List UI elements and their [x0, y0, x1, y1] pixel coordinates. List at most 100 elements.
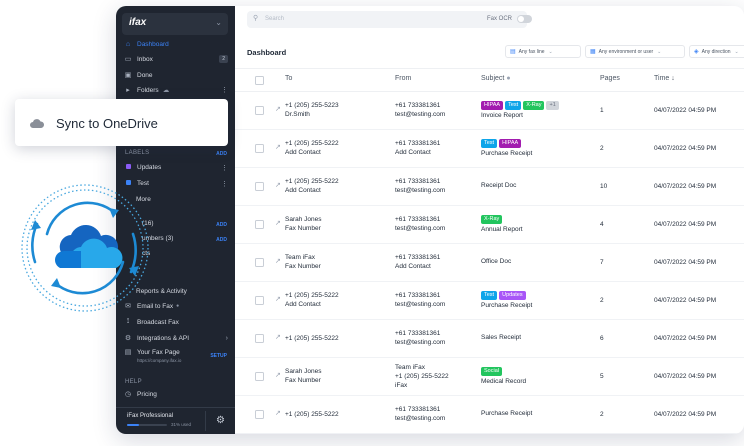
kebab-icon[interactable]: ⋮: [221, 164, 228, 172]
tag-badge[interactable]: X-Ray: [481, 215, 503, 224]
row-checkbox[interactable]: [255, 106, 264, 115]
tag-badge[interactable]: HIPAA: [481, 101, 504, 110]
row-from-line: iFax: [395, 381, 408, 389]
row-checkbox[interactable]: [255, 334, 264, 343]
filter-environment[interactable]: ▦ Any environment or user ⌄: [585, 45, 685, 58]
row-time: 04/07/2022 04:59 PM: [654, 411, 717, 418]
sidebar-item-dashboard[interactable]: ⌂ Dashboard: [124, 41, 228, 48]
table-row[interactable]: ↗ +1 (205) 255-5222 +61 733381361 test@test…: [235, 395, 744, 434]
onedrive-sync-graphic: [15, 178, 155, 318]
fax-ocr-toggle[interactable]: [517, 15, 532, 23]
tag-badge[interactable]: Updates: [499, 291, 526, 300]
filter-direction[interactable]: ◈ Any direction ⌄: [689, 45, 744, 58]
tag-badge[interactable]: Test: [505, 101, 522, 110]
tag-badge[interactable]: Social: [481, 367, 502, 376]
row-checkbox[interactable]: [255, 220, 264, 229]
gear-icon[interactable]: ⚙: [216, 415, 225, 426]
environment-icon: ▦: [590, 49, 596, 55]
search-bar[interactable]: ⚲ Search Fax OCR: [247, 11, 532, 28]
row-to-line: Team iFax: [285, 254, 315, 261]
row-to-line: Fax Number: [285, 225, 321, 232]
kebab-icon[interactable]: ⋮: [221, 86, 228, 94]
row-pages: 1: [600, 107, 604, 114]
row-pages: 7: [600, 259, 604, 266]
fax-icon: ▤: [510, 49, 516, 55]
sidebar-item-projects[interactable]: cts: [142, 250, 246, 257]
sidebar-item-label: Done: [137, 71, 153, 79]
row-pages: 4: [600, 221, 604, 228]
table-row[interactable]: ↗ +1 (205) 255-5222 Add Contact +61 7333813…: [235, 281, 744, 320]
chevron-down-icon: ⌄: [215, 18, 222, 27]
tag-badge[interactable]: Test: [481, 291, 498, 300]
column-label: Subject: [481, 75, 505, 82]
direction-arrow-icon: ↗: [275, 182, 281, 189]
row-checkbox[interactable]: [255, 296, 264, 305]
tag-badge[interactable]: X-Ray: [523, 101, 545, 110]
row-tags: Social: [481, 366, 504, 376]
search-input[interactable]: Search: [265, 16, 284, 22]
column-to[interactable]: To: [285, 75, 292, 82]
sidebar-item-done[interactable]: ▣ Done: [124, 71, 228, 80]
table-row[interactable]: ↗ +1 (205) 255-5222 +61 733381361 test@test…: [235, 319, 744, 358]
row-from-line: +61 733381361: [395, 292, 441, 299]
tag-badge[interactable]: Test: [481, 139, 498, 148]
table-row[interactable]: ↗ Team iFax Fax Number +61 733381361 Add Con…: [235, 243, 744, 282]
page-title: Dashboard: [247, 48, 287, 57]
direction-arrow-icon: ↗: [275, 258, 281, 265]
plan-usage-text: 31% used: [171, 422, 192, 427]
filter-label: Any direction: [701, 48, 731, 55]
sidebar-item-broadcast[interactable]: ⟟ Broadcast Fax: [124, 318, 228, 326]
sidebar-item-integrations[interactable]: ⚙ Integrations & API ›: [124, 334, 228, 343]
column-from[interactable]: From: [395, 75, 411, 82]
row-checkbox[interactable]: [255, 410, 264, 419]
broadcast-icon: ⟟: [126, 318, 130, 325]
direction-arrow-icon: ↗: [275, 220, 281, 227]
row-pages: 2: [600, 411, 604, 418]
label-item-updates[interactable]: Updates ⋮: [124, 164, 228, 172]
filter-fax-line[interactable]: ▤ Any fax line ⌄: [505, 45, 581, 58]
add-number-button[interactable]: ADD: [216, 237, 227, 243]
folder-icon: ▸: [126, 87, 130, 94]
sidebar-item-inbox[interactable]: ▭ Inbox 2: [124, 55, 228, 63]
row-time: 04/07/2022 04:59 PM: [654, 373, 717, 380]
direction-arrow-icon: ↗: [275, 106, 281, 113]
table-row[interactable]: ↗ Sarah Jones Fax Number Team iFax +1 (205) …: [235, 357, 744, 396]
row-time: 04/07/2022 04:59 PM: [654, 183, 717, 190]
direction-icon: ◈: [694, 49, 699, 55]
table-row[interactable]: ↗ Sarah Jones Fax Number +61 733381361 test@…: [235, 205, 744, 244]
row-to-line: +1 (205) 255-5222: [285, 334, 339, 342]
tag-badge[interactable]: HIPAA: [499, 139, 522, 148]
row-to-line: +1 (205) 255-5222: [285, 178, 339, 185]
row-checkbox[interactable]: [255, 372, 264, 381]
sidebar-item-folders[interactable]: ▸ Folders ☁ ⋮: [124, 86, 228, 95]
sync-onedrive-card[interactable]: Sync to OneDrive: [15, 99, 228, 146]
row-checkbox[interactable]: [255, 182, 264, 191]
sidebar-item-pricing[interactable]: ◷ Pricing: [124, 390, 228, 399]
kebab-icon[interactable]: ⋮: [221, 180, 228, 188]
filter-label: Any environment or user: [598, 48, 654, 55]
tag-badge[interactable]: +1: [546, 101, 559, 110]
table-row[interactable]: ↗ +1 (205) 255-5222 Add Contact +61 7333813…: [235, 129, 744, 168]
sidebar-item-numbers[interactable]: umbers (3): [142, 235, 246, 242]
select-all-checkbox[interactable]: [255, 76, 264, 85]
row-checkbox[interactable]: [255, 144, 264, 153]
chevron-down-icon: ⌄: [657, 48, 662, 55]
sidebar-item-contacts[interactable]: (16): [142, 220, 246, 227]
row-from-line: test@testing.com: [395, 339, 446, 346]
column-time[interactable]: Time ↓: [654, 75, 675, 82]
row-checkbox[interactable]: [255, 258, 264, 267]
row-from-line: +1 (205) 255-5222: [395, 372, 449, 380]
account-switcher[interactable]: ifax ⌄: [122, 13, 228, 35]
row-subject: Medical Record: [481, 378, 527, 385]
table-row[interactable]: ↗ +1 (205) 255-5222 Add Contact +61 7333813…: [235, 167, 744, 206]
add-contact-button[interactable]: ADD: [216, 222, 227, 228]
row-from-line: +61 733381361: [395, 330, 441, 337]
direction-arrow-icon: ↗: [275, 334, 281, 341]
add-label-button[interactable]: ADD: [216, 151, 227, 157]
row-time: 04/07/2022 04:59 PM: [654, 107, 717, 114]
setup-button[interactable]: SETUP: [210, 353, 227, 359]
column-subject[interactable]: Subject ●: [481, 75, 511, 82]
table-row[interactable]: ↗ +1 (205) 255-5223 Dr.Smith +61 733381361 t…: [235, 91, 744, 130]
column-pages[interactable]: Pages: [600, 75, 620, 82]
cloud-icon: [30, 115, 45, 133]
